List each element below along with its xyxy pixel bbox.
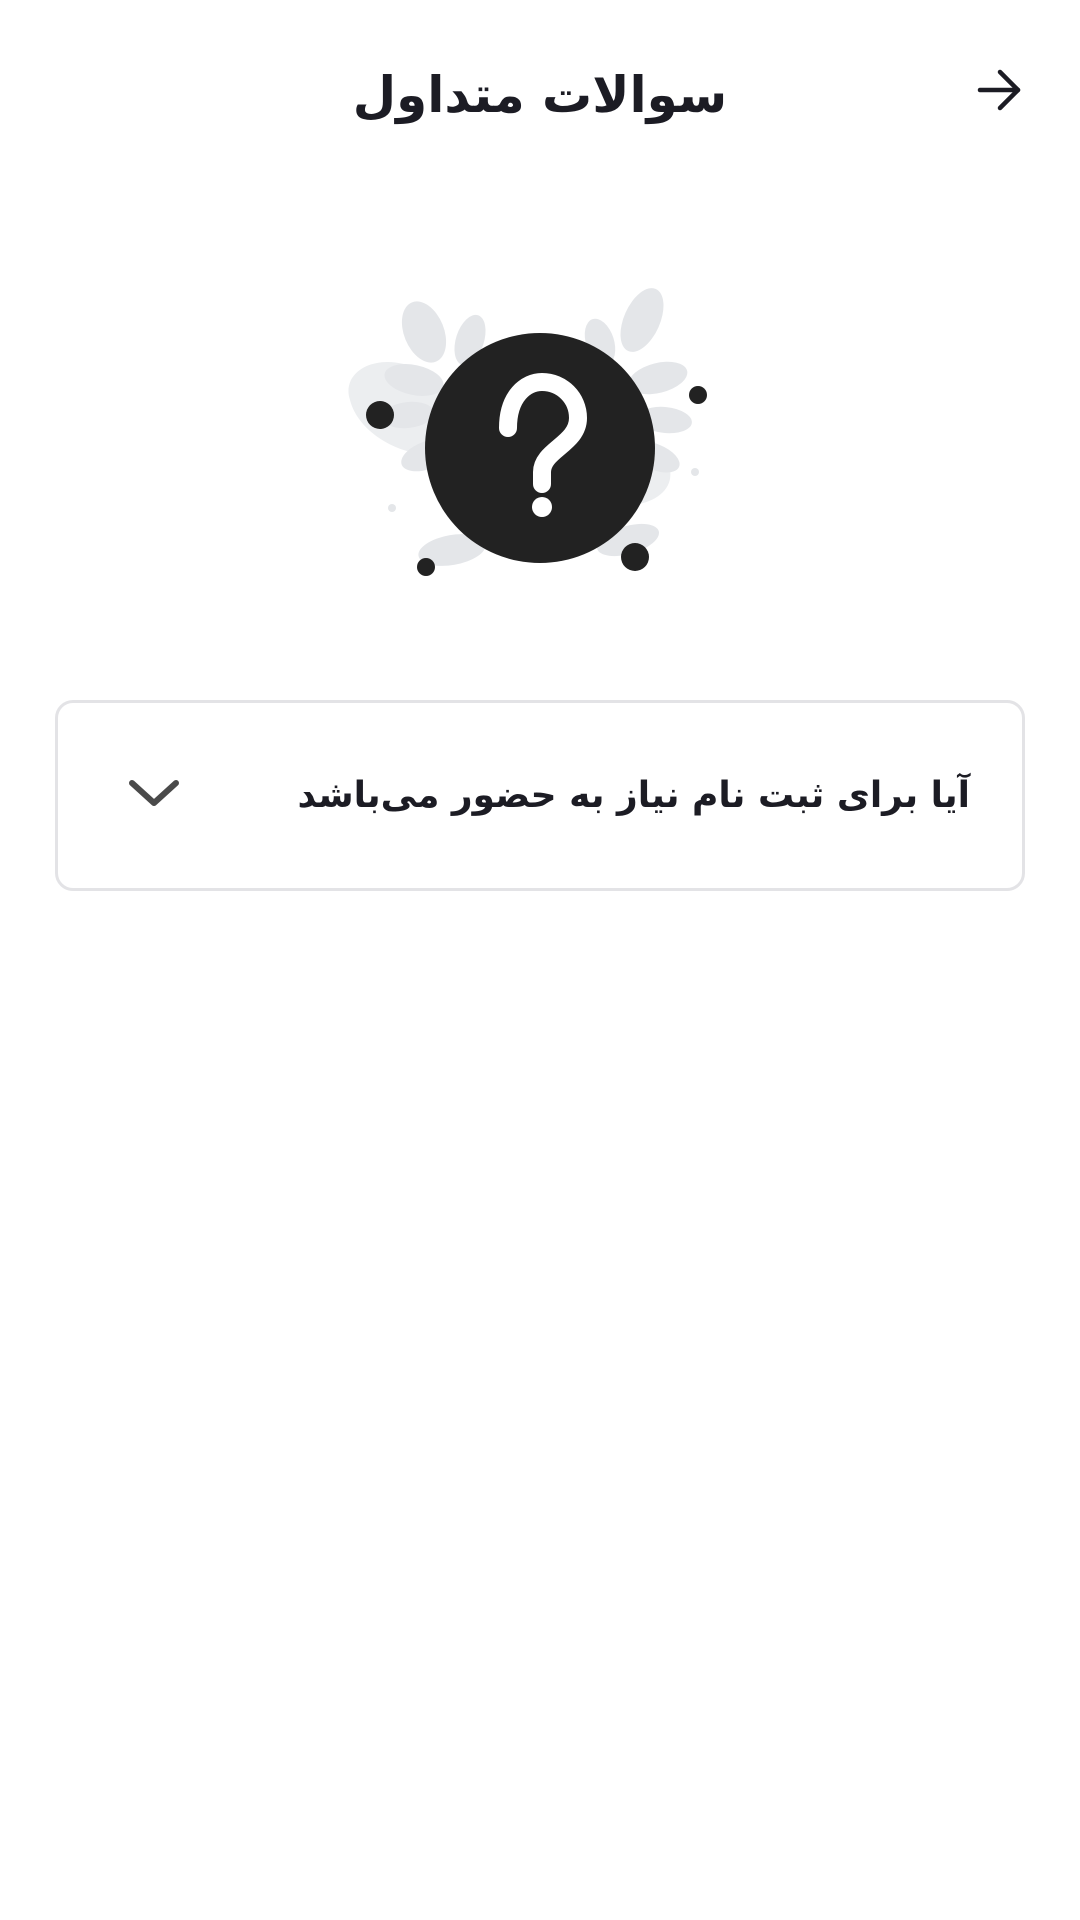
faq-illustration: [348, 288, 707, 576]
header: سوالات متداول: [0, 0, 1080, 190]
arrow-right-icon: [977, 69, 1021, 111]
page-title: سوالات متداول: [352, 66, 728, 124]
faq-question: آیا برای ثبت نام نیاز به حضور می‌باشد: [297, 775, 970, 816]
question-mark-icon: [425, 333, 655, 563]
faq-item[interactable]: آیا برای ثبت نام نیاز به حضور می‌باشد: [55, 700, 1025, 891]
back-button[interactable]: [965, 55, 1035, 125]
chevron-down-icon[interactable]: [126, 773, 182, 813]
